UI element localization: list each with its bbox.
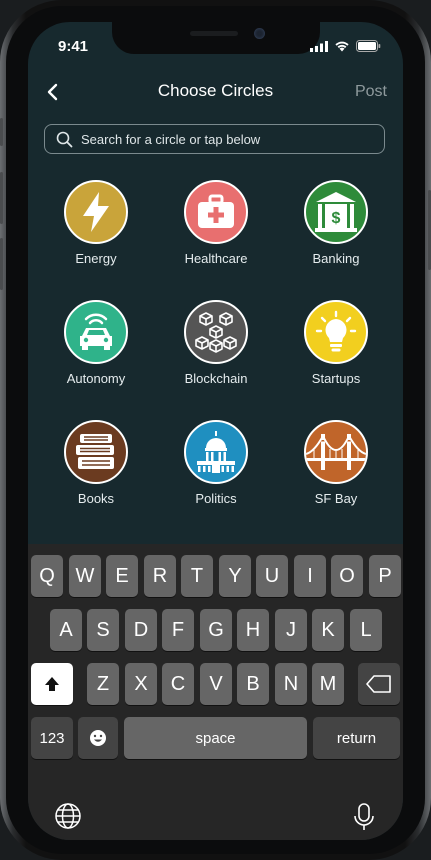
circle-label: Energy <box>75 251 117 266</box>
cellular-signal-icon <box>310 40 328 52</box>
circle-books[interactable]: Books <box>41 420 151 520</box>
key-y[interactable]: Y <box>219 555 251 597</box>
circle-label: Blockchain <box>184 371 248 386</box>
circle-label: SF Bay <box>314 491 358 506</box>
key-v[interactable]: V <box>200 663 232 705</box>
lightbulb-icon <box>304 300 368 364</box>
emoji-icon <box>90 730 106 746</box>
globe-button[interactable] <box>54 802 84 832</box>
key-k[interactable]: K <box>312 609 344 651</box>
keyboard: Q W E R T Y U I O P A S D F G H J K L Z … <box>28 544 403 840</box>
volume-up-button <box>0 172 3 224</box>
circle-autonomy[interactable]: Autonomy <box>41 300 151 400</box>
emoji-key[interactable] <box>78 717 118 759</box>
search-icon <box>56 131 73 147</box>
space-key[interactable]: space <box>124 717 307 759</box>
circle-label: Startups <box>311 371 361 386</box>
wifi-icon <box>335 41 349 52</box>
golden-gate-bridge-icon <box>304 420 368 484</box>
dictation-button[interactable] <box>352 802 378 832</box>
circle-sf-bay[interactable]: SF Bay <box>281 420 391 520</box>
key-b[interactable]: B <box>237 663 269 705</box>
circle-startups[interactable]: Startups <box>281 300 391 400</box>
battery-icon <box>356 40 381 52</box>
screen: 9:41 Choose Circles Post Search for a ci… <box>28 22 403 840</box>
autonomous-car-icon <box>64 300 128 364</box>
key-f[interactable]: F <box>162 609 194 651</box>
key-a[interactable]: A <box>50 609 82 651</box>
key-l[interactable]: L <box>350 609 382 651</box>
search-bar[interactable] <box>44 124 385 154</box>
key-i[interactable]: I <box>294 555 326 597</box>
key-x[interactable]: X <box>125 663 157 705</box>
circle-healthcare[interactable]: Healthcare <box>161 180 271 280</box>
first-aid-kit-icon <box>184 180 248 244</box>
status-time: 9:41 <box>58 38 89 55</box>
return-key[interactable]: return <box>313 717 400 759</box>
post-button[interactable]: Post <box>355 83 387 101</box>
key-p[interactable]: P <box>369 555 401 597</box>
speaker <box>190 31 238 36</box>
key-o[interactable]: O <box>331 555 363 597</box>
key-h[interactable]: H <box>237 609 269 651</box>
circle-label: Healthcare <box>184 251 248 266</box>
blockchain-cubes-icon <box>184 300 248 364</box>
circle-label: Books <box>77 491 115 506</box>
circle-blockchain[interactable]: Blockchain <box>161 300 271 400</box>
capitol-icon <box>184 420 248 484</box>
key-s[interactable]: S <box>87 609 119 651</box>
key-j[interactable]: J <box>275 609 307 651</box>
circle-label: Banking <box>312 251 360 266</box>
circle-politics[interactable]: Politics <box>161 420 271 520</box>
svg-text:$: $ <box>332 210 341 227</box>
delete-key[interactable] <box>358 663 400 705</box>
key-w[interactable]: W <box>69 555 101 597</box>
bank-icon: $ <box>304 180 368 244</box>
search-input[interactable] <box>79 130 363 148</box>
key-u[interactable]: U <box>256 555 288 597</box>
key-c[interactable]: C <box>162 663 194 705</box>
circle-label: Autonomy <box>66 371 126 386</box>
key-g[interactable]: G <box>200 609 232 651</box>
backspace-icon <box>366 675 391 693</box>
key-t[interactable]: T <box>181 555 213 597</box>
key-z[interactable]: Z <box>87 663 119 705</box>
front-camera <box>254 28 265 39</box>
circle-label: Politics <box>195 491 237 506</box>
key-r[interactable]: R <box>144 555 176 597</box>
microphone-icon <box>354 803 374 830</box>
status-icons <box>310 40 381 52</box>
notch <box>112 22 320 54</box>
key-n[interactable]: N <box>275 663 307 705</box>
shift-key[interactable] <box>31 663 73 705</box>
volume-down-button <box>0 238 3 290</box>
key-e[interactable]: E <box>106 555 138 597</box>
key-d[interactable]: D <box>125 609 157 651</box>
silent-switch <box>0 118 3 146</box>
globe-icon <box>55 803 81 829</box>
circle-energy[interactable]: Energy <box>41 180 151 280</box>
numbers-key[interactable]: 123 <box>31 717 73 759</box>
lightning-icon <box>64 180 128 244</box>
page-title: Choose Circles <box>157 81 274 100</box>
circle-banking[interactable]: $ Banking <box>281 180 391 280</box>
key-q[interactable]: Q <box>31 555 63 597</box>
nav-bar: Choose Circles Post <box>28 78 403 108</box>
shift-icon <box>45 677 59 691</box>
books-icon <box>64 420 128 484</box>
key-m[interactable]: M <box>312 663 344 705</box>
